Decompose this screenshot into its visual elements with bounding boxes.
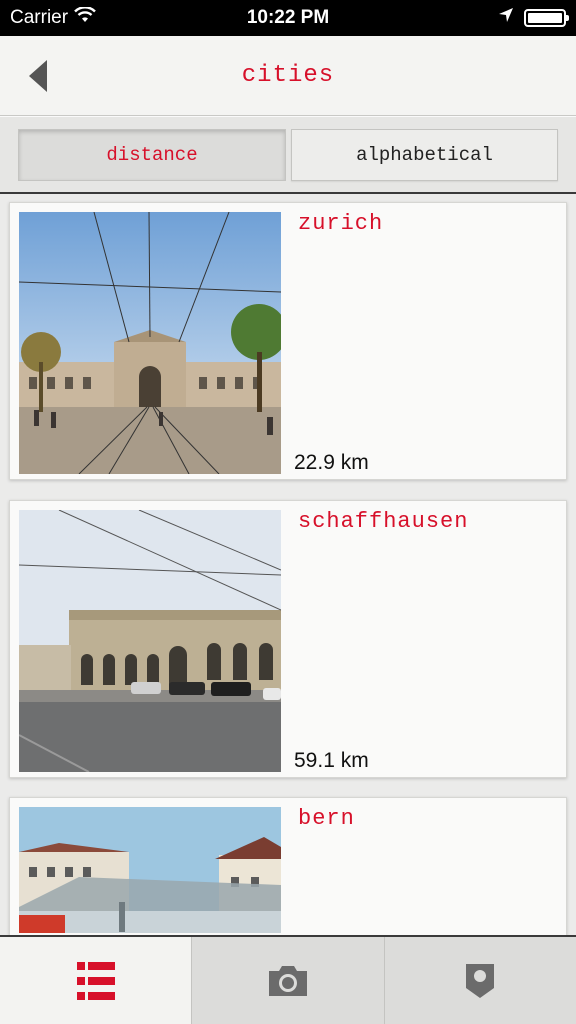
city-distance: 59.1 km xyxy=(294,749,369,772)
city-list[interactable]: zurich 22.9 km schaffhausen 59.1 km bern xyxy=(0,196,576,935)
back-button[interactable] xyxy=(18,54,58,98)
list-icon xyxy=(76,961,115,1000)
city-distance: 22.9 km xyxy=(294,451,369,474)
camera-icon xyxy=(268,965,307,996)
status-bar: Carrier 10:22 PM xyxy=(0,0,576,36)
tab-map[interactable] xyxy=(384,937,576,1024)
tab-bar xyxy=(0,935,576,1024)
carrier-label: Carrier xyxy=(10,7,69,28)
city-name: schaffhausen xyxy=(298,509,469,534)
tab-list[interactable] xyxy=(0,937,193,1024)
city-name: bern xyxy=(298,806,355,831)
city-card-bern[interactable]: bern xyxy=(9,797,567,935)
page-title: cities xyxy=(241,62,335,89)
sort-alphabetical-button[interactable]: alphabetical xyxy=(291,129,558,181)
sort-distance-button[interactable]: distance xyxy=(18,129,286,181)
navigation-bar: cities xyxy=(0,36,576,116)
back-arrow-icon xyxy=(29,60,47,92)
tab-camera[interactable] xyxy=(192,937,385,1024)
city-photo xyxy=(19,807,281,935)
location-arrow-icon xyxy=(498,7,514,29)
city-photo xyxy=(19,510,281,772)
city-photo xyxy=(19,212,281,474)
wifi-icon xyxy=(74,6,96,29)
city-card-zurich[interactable]: zurich 22.9 km xyxy=(9,202,567,480)
city-card-schaffhausen[interactable]: schaffhausen 59.1 km xyxy=(9,500,567,778)
sort-segmented-control: distance alphabetical xyxy=(0,116,576,194)
map-pin-icon xyxy=(466,963,495,998)
battery-icon xyxy=(524,9,569,27)
city-name: zurich xyxy=(298,211,384,236)
